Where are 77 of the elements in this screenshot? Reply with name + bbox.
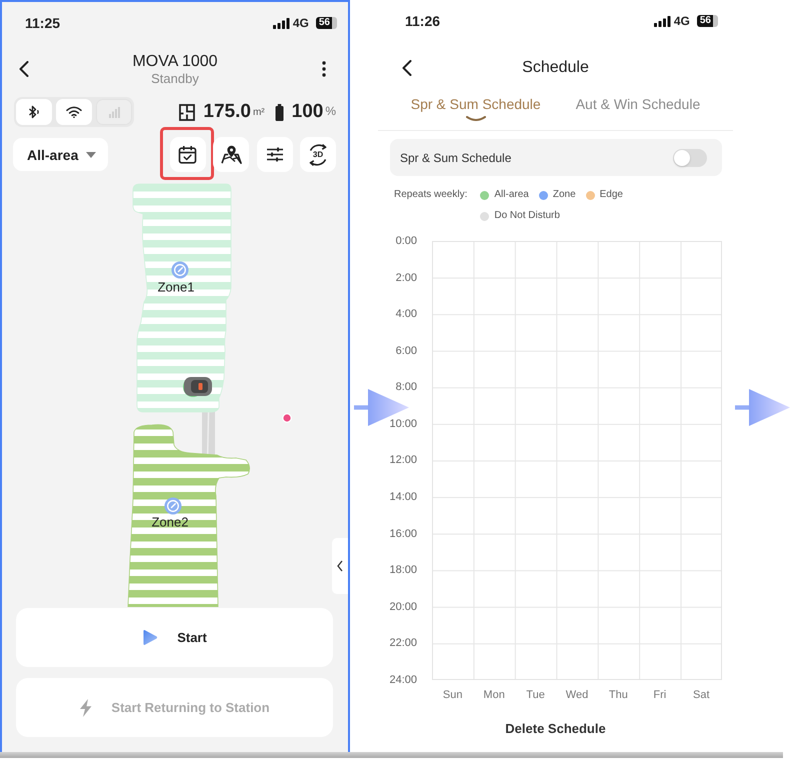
view-3d-button[interactable]: 3D — [300, 137, 336, 172]
wifi-icon — [66, 106, 82, 118]
time-label: 0:00 — [396, 235, 417, 247]
network-type: 4G — [292, 16, 309, 30]
area-value: 175.0 — [203, 101, 251, 123]
status-time: 11:25 — [25, 15, 60, 31]
time-label: 6:00 — [396, 344, 417, 357]
bluetooth-icon — [28, 105, 40, 119]
day-label: Sun — [442, 688, 464, 702]
floor-plan-icon — [179, 104, 196, 120]
page-title: Schedule — [521, 59, 590, 77]
legend-text: Edge — [600, 188, 623, 202]
chevron-left-icon — [337, 560, 343, 572]
lightning-icon — [79, 698, 92, 716]
map-button[interactable] — [213, 137, 249, 172]
back-icon — [19, 61, 29, 77]
area-dropdown[interactable]: All-area — [13, 138, 108, 171]
toggle-switch[interactable] — [673, 148, 707, 166]
battery-level: 56 — [316, 17, 337, 29]
schedule-button[interactable] — [170, 137, 206, 172]
time-label: 4:00 — [396, 308, 417, 320]
more-icon — [322, 61, 326, 77]
battery-unit: % — [325, 104, 336, 118]
day-label: Thu — [608, 688, 629, 702]
time-label: 2:00 — [396, 272, 417, 284]
time-label: 22:00 — [389, 637, 417, 650]
back-icon — [402, 60, 412, 76]
status-time: 11:26 — [405, 13, 440, 29]
delete-schedule-button[interactable]: Delete Schedule — [505, 721, 606, 737]
cellular-icon — [108, 106, 120, 118]
back-button[interactable] — [401, 59, 413, 77]
day-label: Sat — [692, 688, 710, 702]
mower-icon — [183, 377, 212, 397]
bluetooth-button[interactable] — [16, 99, 52, 125]
time-label: 10:00 — [389, 418, 417, 430]
season-tab[interactable]: Spr & Sum Schedule — [410, 94, 541, 122]
start-button[interactable]: Start — [16, 608, 333, 667]
network-type: 4G — [674, 14, 690, 28]
legend-text: All-area — [494, 188, 529, 202]
time-label: 14:00 — [389, 491, 417, 504]
day-label: Tue — [525, 688, 546, 702]
battery-level: 56 — [696, 15, 718, 27]
signal-bars-icon — [272, 18, 290, 28]
time-label: 16:00 — [389, 528, 417, 540]
zone-marker-icon[interactable] — [172, 262, 188, 278]
device-status: Standby — [151, 70, 199, 86]
zone-marker-icon[interactable] — [164, 498, 182, 514]
calendar-icon — [178, 145, 197, 164]
wifi-button[interactable] — [56, 99, 92, 125]
back-button[interactable] — [18, 60, 30, 78]
time-label: 8:00 — [396, 381, 417, 394]
legend-text: Zone — [552, 188, 576, 202]
time-label: 12:00 — [389, 454, 417, 466]
flow-arrow — [735, 389, 790, 426]
legend-label: Repeats weekly: — [394, 188, 468, 202]
more-button[interactable] — [321, 60, 327, 78]
battery-value: 100 — [292, 101, 324, 123]
legend-text: Do Not Disturb — [494, 209, 560, 223]
play-icon — [142, 629, 158, 646]
curve-indicator-icon — [466, 116, 486, 121]
sliders-icon — [266, 147, 284, 162]
day-label: Wed — [564, 688, 590, 702]
zone-label: Zone1 — [158, 280, 194, 294]
battery-icon — [274, 104, 284, 120]
caret-icon — [86, 152, 96, 158]
time-label: 24:00 — [389, 674, 417, 686]
area-unit: m² — [252, 107, 265, 118]
settings-button[interactable] — [256, 137, 292, 172]
marker-dot-icon — [282, 413, 292, 423]
day-label: Fri — [652, 688, 668, 702]
day-label: Mon — [482, 688, 506, 702]
time-label: 20:00 — [389, 600, 417, 613]
toggle-label: Spr & Sum Schedule — [400, 150, 512, 164]
time-label: 18:00 — [389, 564, 417, 576]
signal-bars-icon — [654, 16, 671, 26]
device-title: MOVA 1000 — [132, 52, 218, 70]
map-pin-icon — [220, 145, 242, 164]
